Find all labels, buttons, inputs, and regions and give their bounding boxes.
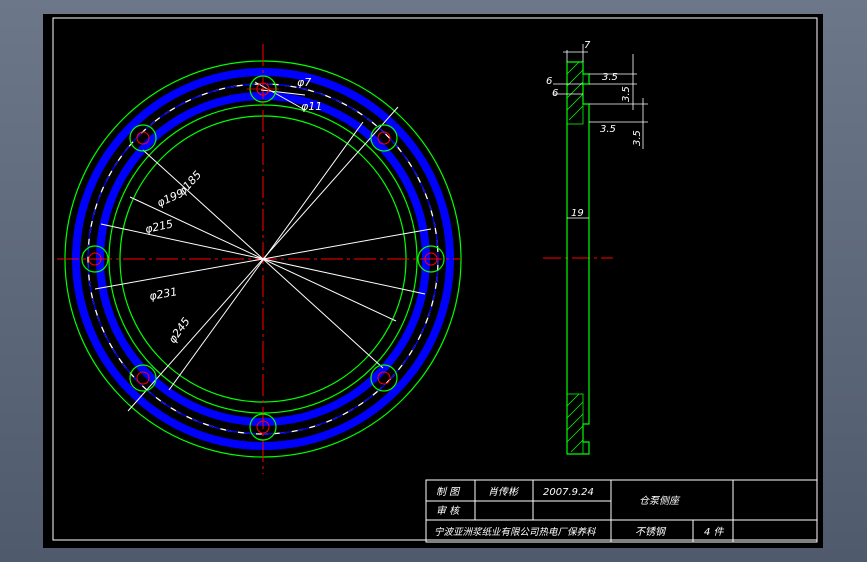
material: 不锈钢	[635, 526, 667, 538]
dim-d11: φ11	[301, 100, 322, 113]
section-dim-3-5-d: 3.5	[632, 130, 643, 146]
flange-section-view: 7 3.5 3.5 3.5 3.5 6 6 19	[543, 40, 648, 455]
section-dim-3-5-a: 3.5	[602, 72, 618, 83]
section-dim-3-5-c: 3.5	[600, 124, 616, 135]
dim-d215: φ215	[144, 217, 174, 236]
flange-front-view: φ7 φ11 φ185 φ199 φ215 φ231 φ245	[57, 44, 462, 474]
part-name: 仓泵侧座	[639, 495, 681, 507]
label-drawn-by: 制 图	[436, 486, 461, 498]
dim-d231: φ231	[148, 285, 178, 303]
value-date: 2007.9.24	[543, 487, 594, 498]
label-checked-by: 审 核	[436, 505, 461, 517]
dim-d7: φ7	[297, 76, 311, 89]
section-dim-6-a: 6	[546, 76, 552, 87]
section-dim-3-5-b: 3.5	[621, 86, 632, 102]
section-dim-6-b: 6	[552, 88, 558, 99]
quantity: 4 件	[704, 526, 725, 538]
dim-d245: φ245	[166, 315, 193, 346]
dim-d199: φ199	[155, 186, 186, 209]
section-dim-7: 7	[584, 40, 591, 51]
value-drawn-by: 肖传彬	[488, 486, 520, 498]
company-name: 宁波亚洲浆纸业有限公司热电厂保养科	[434, 526, 596, 538]
cad-drawing: φ7 φ11 φ185 φ199 φ215 φ231 φ245 7 3.5 3.…	[52, 17, 818, 543]
section-dim-19: 19	[571, 208, 584, 219]
title-block: 制 图 肖传彬 2007.9.24 审 核 仓泵侧座 宁波亚洲浆纸业有限公司热电…	[425, 479, 818, 543]
drawing-sheet: φ7 φ11 φ185 φ199 φ215 φ231 φ245 7 3.5 3.…	[43, 14, 823, 548]
